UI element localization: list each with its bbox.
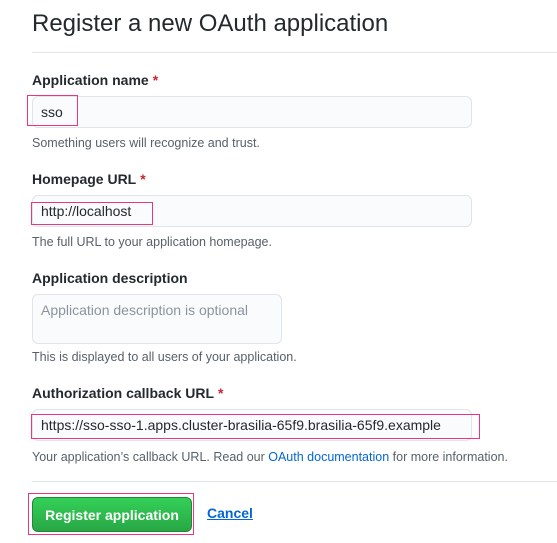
app-name-note: Something users will recognize and trust… [32,136,260,150]
app-name-label-text: Application name [32,72,149,88]
description-note: This is displayed to all users of your a… [32,350,297,364]
description-textarea[interactable] [32,294,282,344]
page-title: Register a new OAuth application [32,10,389,37]
required-marker: * [140,171,146,187]
cancel-link[interactable]: Cancel [207,505,253,521]
callback-label: Authorization callback URL * [32,385,223,401]
callback-note-prefix: Your application’s callback URL. Read ou… [32,450,269,464]
homepage-label-text: Homepage URL [32,171,137,187]
callback-value: https://sso-sso-1.apps.cluster-brasilia-… [41,417,441,433]
callback-note-suffix: for more information. [389,450,508,464]
actions-divider [32,481,557,482]
homepage-value: http://localhost [41,203,132,219]
app-name-value: sso [41,104,63,120]
oauth-documentation-link[interactable]: OAuth documentation [268,450,389,464]
app-name-label: Application name * [32,72,158,88]
description-label: Application description [32,270,188,286]
homepage-label: Homepage URL * [32,171,146,187]
homepage-note: The full URL to your application homepag… [32,235,272,249]
app-name-input[interactable]: sso [32,96,472,128]
title-divider [32,52,557,53]
callback-note: Your application’s callback URL. Read ou… [32,450,508,464]
register-application-button[interactable]: Register application [32,497,192,532]
required-marker: * [218,385,224,401]
callback-input[interactable]: https://sso-sso-1.apps.cluster-brasilia-… [32,409,472,441]
homepage-input[interactable]: http://localhost [32,195,472,227]
callback-label-text: Authorization callback URL [32,385,215,401]
required-marker: * [152,72,159,88]
